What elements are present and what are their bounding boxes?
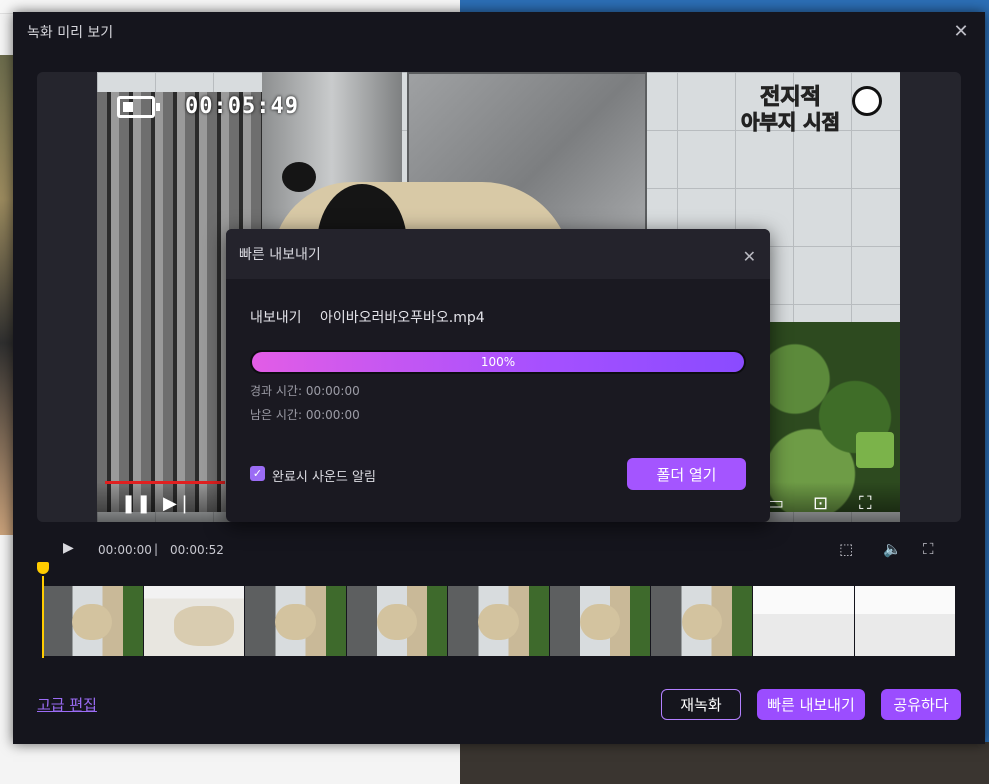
- embedded-cast-icon: ⊡: [813, 493, 829, 514]
- brand-line1: 전지적: [760, 85, 822, 110]
- export-info: 내보내기 아이바오러바오푸바오.mp4: [250, 307, 485, 327]
- sound-alert-label[interactable]: 완료시 사운드 알림: [272, 466, 376, 485]
- export-filename: 아이바오러바오푸바오.mp4: [319, 310, 485, 326]
- time-separator: |: [154, 542, 159, 556]
- timeline-frame: [448, 586, 550, 656]
- timeline-frame: [752, 586, 855, 656]
- timeline[interactable]: [37, 562, 957, 658]
- progress-text: 100%: [480, 355, 516, 369]
- embedded-fullscreen-icon: ⛶: [859, 493, 872, 514]
- share-button[interactable]: 공유하다: [881, 689, 961, 720]
- timeline-frame: [854, 586, 957, 656]
- channel-logo: 전지적 아부지 시점: [741, 85, 841, 135]
- play-icon[interactable]: ▶: [63, 540, 74, 556]
- timeline-frame: [346, 586, 449, 656]
- embedded-pause-icon: ❚❚: [121, 493, 152, 514]
- rerecord-button[interactable]: 재녹화: [661, 689, 741, 720]
- duration: 00:00:52: [170, 543, 224, 557]
- quick-export-dialog: 빠른 내보내기 ✕ 내보내기 아이바오러바오푸바오.mp4 100% 경과 시간…: [226, 229, 770, 522]
- elapsed-time: 경과 시간: 00:00:00: [250, 384, 360, 398]
- timeline-frames: [42, 586, 957, 656]
- playhead[interactable]: [37, 562, 49, 658]
- progress-fill: 100%: [252, 352, 744, 372]
- fullscreen-icon[interactable]: ⛶: [923, 540, 934, 558]
- quick-export-button[interactable]: 빠른 내보내기: [757, 689, 865, 720]
- dialog-header: 빠른 내보내기: [226, 229, 770, 279]
- panda-logo-icon: [852, 86, 882, 116]
- background-photo: [0, 55, 14, 535]
- sound-alert-checkbox[interactable]: ✓: [250, 466, 265, 481]
- background-photo-bottom: [460, 742, 989, 784]
- embedded-next-icon: ▶❘: [163, 493, 192, 514]
- battery-icon: [117, 96, 160, 118]
- panda-ear: [282, 162, 316, 192]
- crop-icon[interactable]: ⬚: [839, 540, 853, 558]
- brand-line2: 아부지 시점: [741, 110, 841, 135]
- playhead-handle[interactable]: [37, 562, 49, 574]
- embedded-progress: [105, 481, 225, 484]
- timeline-frame: [549, 586, 652, 656]
- dialog-title: 빠른 내보내기: [239, 247, 321, 263]
- window-title: 녹화 미리 보기: [27, 25, 114, 41]
- advanced-edit-link[interactable]: 고급 편집: [37, 694, 97, 715]
- player-controls: ▶ 00:00:00 | 00:00:52 ⬚ 🔈 ⛶: [37, 534, 961, 564]
- dialog-close-icon[interactable]: ✕: [743, 249, 756, 265]
- timeline-frame: [42, 586, 144, 656]
- current-time: 00:00:00: [98, 543, 152, 557]
- volume-icon[interactable]: 🔈: [883, 540, 902, 558]
- close-icon[interactable]: ✕: [951, 22, 971, 42]
- open-folder-button[interactable]: 폴더 열기: [627, 458, 746, 490]
- timeline-frame: [245, 586, 347, 656]
- video-time-overlay: 00:05:49: [185, 94, 299, 119]
- sticker-image: [856, 432, 894, 468]
- remaining-time: 남은 시간: 00:00:00: [250, 408, 360, 422]
- timeline-frame: [651, 586, 753, 656]
- titlebar: 녹화 미리 보기 ✕: [13, 12, 985, 52]
- export-label: 내보내기: [250, 310, 302, 326]
- timeline-frame: [143, 586, 246, 656]
- export-progress-bar: 100%: [250, 350, 746, 374]
